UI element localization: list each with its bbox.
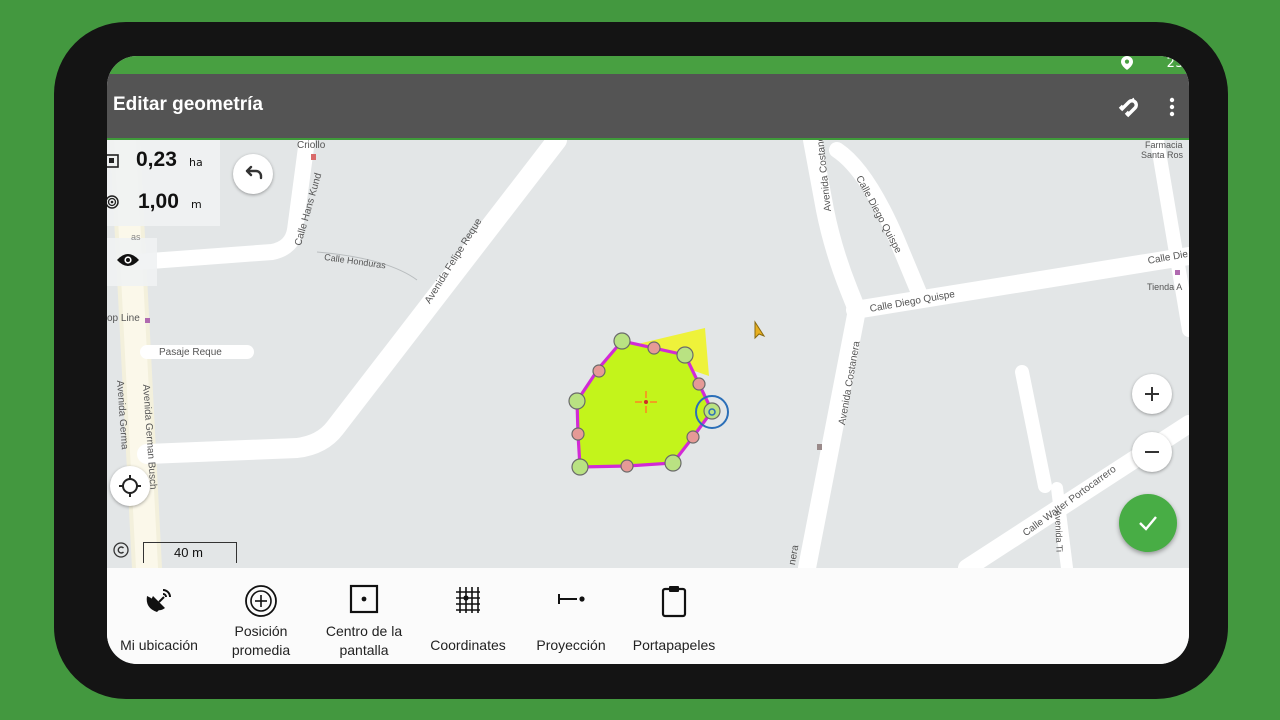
poi-label-tienda: Tienda A: [1147, 282, 1183, 292]
area-value: 0,23: [136, 148, 177, 171]
poi-label-farmacia: Farmacia: [1145, 140, 1183, 150]
map-streets: [110, 140, 1189, 568]
satellite-dish-icon: [146, 589, 171, 612]
scale-bar: 40 m: [143, 542, 237, 563]
tool-clipboard-label: Portapapeles: [632, 637, 716, 653]
gps-crosshair-icon: [119, 475, 141, 497]
accuracy-icon: [107, 195, 119, 209]
projection-icon: [558, 594, 585, 604]
area-unit: ha: [189, 156, 203, 169]
tool-screen-center[interactable]: Centro de la pantalla: [312, 568, 416, 664]
visibility-panel: as: [107, 232, 157, 286]
map-view[interactable]: Criollo Calle Hans Kund Calle Honduras A…: [107, 140, 1189, 568]
poi-label-santa-rosa: Santa Ros: [1141, 150, 1184, 160]
tool-coordinates-label: Coordinates: [430, 637, 506, 653]
area-icon: [107, 154, 119, 168]
status-bar: 23:: [107, 56, 1189, 74]
copyright-icon[interactable]: [113, 542, 129, 558]
screen-center-icon: [349, 584, 379, 614]
zoom-out-button[interactable]: [1132, 432, 1172, 472]
measurement-panel: 0,23 ha 1,00 m: [107, 140, 220, 226]
tool-average-position-label-1: Posición: [234, 623, 288, 639]
street-label-avenida-ti: Avenida Ti: [1053, 510, 1065, 553]
locate-me-button[interactable]: [110, 466, 150, 506]
confirm-geometry-button[interactable]: [1119, 494, 1177, 552]
status-time: 23:: [1166, 56, 1189, 71]
app-screen: 23: Editar geometría Criollo Calle Hans …: [107, 56, 1189, 664]
undo-button[interactable]: [233, 154, 273, 194]
magnet-snap-icon[interactable]: [1117, 96, 1139, 118]
plus-icon: [1145, 387, 1159, 401]
scale-label: 40 m: [174, 545, 203, 560]
street-label-pasaje-reque: Pasaje Reque: [159, 347, 222, 358]
tool-screen-center-label-2: pantalla: [339, 642, 389, 658]
overflow-menu-icon[interactable]: [1167, 96, 1177, 118]
tool-my-location[interactable]: Mi ubicación: [107, 568, 211, 664]
accuracy-value: 1,00: [138, 190, 179, 213]
eye-icon[interactable]: [116, 252, 140, 268]
tool-screen-center-label-1: Centro de la: [325, 623, 403, 639]
tool-projection-label: Proyección: [536, 637, 606, 653]
street-label-as: as: [131, 232, 141, 242]
tool-clipboard[interactable]: Portapapeles: [622, 568, 726, 664]
location-status-icon: [1121, 56, 1133, 74]
page-title: Editar geometría: [113, 94, 263, 115]
minus-icon: [1145, 451, 1159, 453]
coordinates-grid-icon: [456, 587, 480, 613]
poi-label-shop-line: op Line: [107, 313, 140, 324]
clipboard-icon: [661, 586, 687, 618]
tool-projection[interactable]: Proyección: [519, 568, 623, 664]
tool-average-position[interactable]: Posición promedia: [209, 568, 313, 664]
street-label-criollo: Criollo: [297, 140, 326, 151]
app-bar: Editar geometría: [107, 74, 1189, 140]
zoom-in-button[interactable]: [1132, 374, 1172, 414]
average-position-icon: [245, 585, 277, 617]
tool-average-position-label-2: promedia: [231, 642, 291, 658]
input-source-toolbar: Mi ubicación Posición promedia Centro de…: [107, 568, 1189, 664]
tool-my-location-label: Mi ubicación: [120, 637, 198, 653]
tool-coordinates[interactable]: Coordinates: [416, 568, 520, 664]
checkmark-icon: [1139, 516, 1157, 531]
undo-icon: [245, 165, 263, 180]
accuracy-row: 1,00 m: [107, 188, 220, 218]
area-row: 0,23 ha: [107, 146, 220, 176]
accuracy-unit: m: [191, 198, 202, 211]
